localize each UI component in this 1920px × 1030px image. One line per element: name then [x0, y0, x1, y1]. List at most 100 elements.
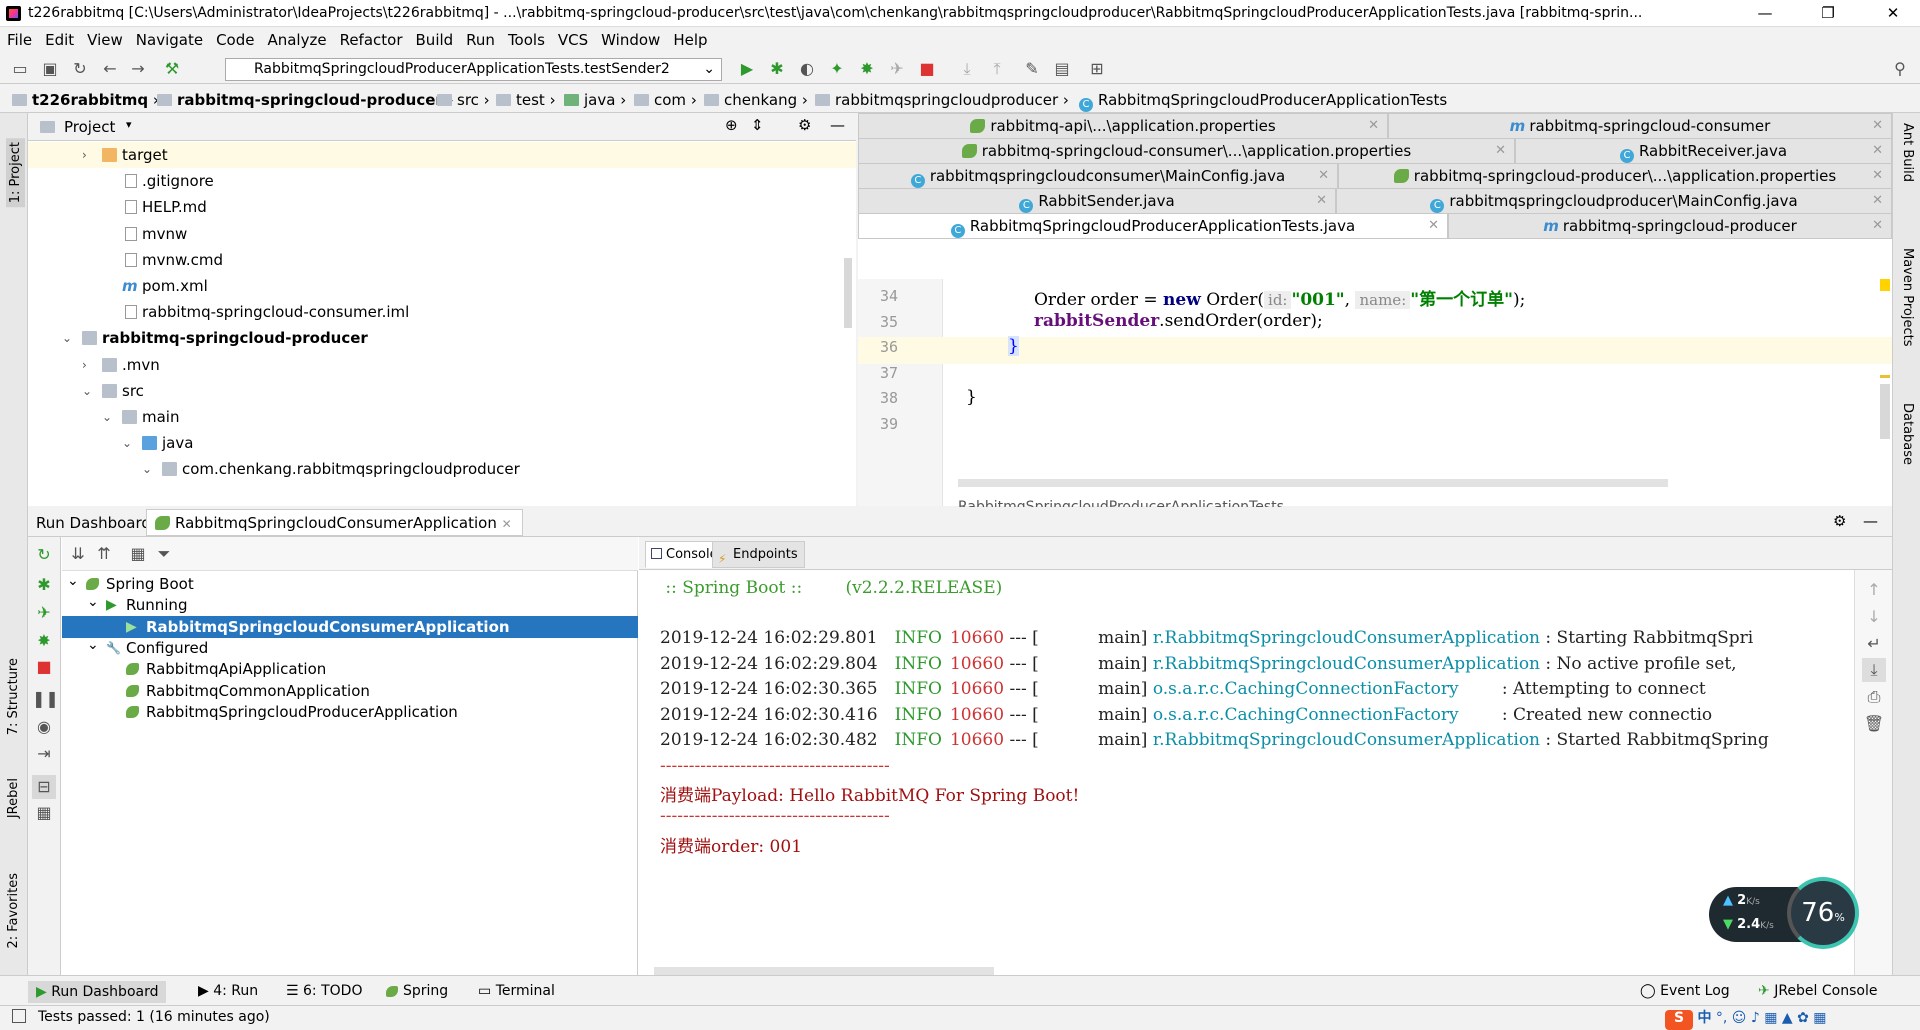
chevron-down-icon[interactable]: ⌄: [122, 430, 132, 456]
filter-icon[interactable]: ⏷: [152, 542, 176, 566]
menu-edit[interactable]: Edit: [38, 28, 80, 49]
chevron-down-icon[interactable]: ⌄: [82, 378, 92, 404]
close-button[interactable]: ✕: [1870, 0, 1916, 27]
chevron-down-icon[interactable]: ⌄: [62, 325, 72, 351]
split-icon[interactable]: ▦: [32, 801, 56, 825]
pause-icon[interactable]: ❚❚: [32, 687, 59, 711]
breadcrumb-class[interactable]: RabbitmqSpringcloudProducerApplicationTe…: [1098, 91, 1447, 109]
jrebel-run-icon[interactable]: ✈: [885, 57, 909, 81]
close-icon[interactable]: ✕: [1368, 114, 1379, 138]
console-output[interactable]: :: Spring Boot :: (v2.2.2.RELEASE) 2019-1…: [639, 570, 1854, 975]
chevron-down-icon[interactable]: ⌄: [67, 570, 79, 592]
profile-icon[interactable]: ✦: [825, 57, 849, 81]
exit-icon[interactable]: ⇥: [32, 742, 56, 766]
tree-item-5[interactable]: m pom.xml: [28, 273, 856, 299]
chevron-down-icon[interactable]: ⌄: [102, 404, 112, 430]
menu-refactor[interactable]: Refactor: [333, 28, 409, 49]
tree-item-1[interactable]: .gitignore: [28, 168, 856, 194]
code-line[interactable]: }: [966, 387, 977, 407]
collapse-all-icon[interactable]: ⇈: [92, 542, 116, 566]
code-line[interactable]: Order order = new Order(id: "001", name: "…: [1034, 285, 1525, 310]
breadcrumb-package[interactable]: rabbitmqspringcloudproducer: [835, 91, 1058, 109]
tree-item-11[interactable]: ⌄ java: [28, 430, 856, 456]
menu-navigate[interactable]: Navigate: [129, 28, 209, 49]
breadcrumb-chenkang[interactable]: chenkang: [724, 91, 797, 109]
print-icon[interactable]: ⎙: [1862, 685, 1886, 709]
close-icon[interactable]: ✕: [1872, 164, 1883, 188]
jrebel-icon[interactable]: ✈: [32, 601, 56, 625]
menu-window[interactable]: Window: [594, 28, 666, 49]
tool-maven-projects[interactable]: Maven Projects: [1900, 248, 1915, 347]
sogou-ime-icon[interactable]: S: [1665, 1010, 1693, 1030]
rerun-icon[interactable]: ↻: [32, 543, 56, 567]
run-config-item[interactable]: ▶ RabbitmqSpringcloudConsumerApplication: [62, 615, 638, 638]
menu-file[interactable]: File: [0, 28, 38, 49]
close-icon[interactable]: ✕: [1316, 189, 1327, 213]
tree-item-8[interactable]: › .mvn: [28, 352, 856, 378]
build-hammer-icon[interactable]: ⚒: [160, 57, 184, 81]
run-dashboard-tab[interactable]: RabbitmqSpringcloudConsumerApplication ✕: [146, 509, 523, 536]
debug-icon[interactable]: ✱: [32, 573, 56, 597]
editor-tab[interactable]: Crabbitmqspringcloudconsumer\MainConfig.…: [858, 163, 1338, 189]
menu-help[interactable]: Help: [666, 28, 713, 49]
coverage-icon[interactable]: ◐: [795, 57, 819, 81]
tool-favorites[interactable]: 2: Favorites: [6, 873, 21, 949]
editor-tab[interactable]: C RabbitmqSpringcloudProducerApplicationT…: [858, 213, 1448, 239]
tool-structure[interactable]: 7: Structure: [6, 658, 21, 735]
close-icon[interactable]: ✕: [1872, 139, 1883, 163]
tree-item-3[interactable]: mvnw: [28, 221, 856, 247]
stop-icon[interactable]: ■: [32, 655, 56, 679]
tool-database[interactable]: Database: [1900, 403, 1915, 465]
editor-tab[interactable]: rabbitmq-springcloud-consumer\...\applic…: [858, 138, 1515, 164]
vcs-commit-icon[interactable]: ⤒: [985, 57, 1009, 81]
editor-tab[interactable]: m rabbitmq-springcloud-producer ✕: [1448, 213, 1892, 239]
tool-project[interactable]: 1: Project: [6, 138, 25, 208]
breadcrumb-src[interactable]: src: [457, 91, 479, 109]
tree-item-12[interactable]: ⌄ com.chenkang.rabbitmqspringcloudproduce…: [28, 456, 856, 482]
tool-jrebel[interactable]: JRebel: [6, 778, 21, 818]
tree-item-0[interactable]: › target: [28, 142, 856, 168]
jrebel-debug-icon[interactable]: ✸: [32, 629, 56, 653]
editor-tab[interactable]: m rabbitmq-springcloud-consumer ✕: [1388, 113, 1892, 139]
tab-endpoints[interactable]: ⚡ Endpoints: [712, 541, 805, 568]
up-arrow-icon[interactable]: ↑: [1862, 578, 1886, 602]
minimize-button[interactable]: —: [1742, 0, 1788, 27]
menu-vcs[interactable]: VCS: [551, 28, 594, 49]
search-icon[interactable]: ⚲: [1888, 57, 1912, 81]
breadcrumb-test[interactable]: test: [516, 91, 545, 109]
close-icon[interactable]: ✕: [1872, 189, 1883, 213]
expand-all-icon[interactable]: ⇊: [66, 542, 90, 566]
editor-tab[interactable]: C RabbitReceiver.java ✕: [1515, 138, 1892, 164]
close-icon[interactable]: ✕: [1318, 164, 1329, 188]
soft-wrap-icon[interactable]: ↵: [1862, 632, 1886, 656]
tree-item-10[interactable]: ⌄ main: [28, 404, 856, 430]
jrebel-debug-icon[interactable]: ✸: [855, 57, 879, 81]
project-structure-icon[interactable]: ▤: [1050, 57, 1074, 81]
editor-tab[interactable]: C RabbitSender.java ✕: [858, 188, 1336, 214]
menu-run[interactable]: Run: [459, 28, 501, 49]
run-config-item[interactable]: ⌄ 🔧 Configured: [62, 637, 638, 659]
sync-icon[interactable]: ↻: [68, 57, 92, 81]
editor-vscrollbar[interactable]: [1877, 279, 1892, 439]
editor-hscrollbar[interactable]: [958, 479, 1668, 487]
breadcrumb-module[interactable]: rabbitmq-springcloud-producer: [177, 91, 443, 109]
breadcrumb-root[interactable]: t226rabbitmq: [32, 91, 148, 109]
tool-event-log[interactable]: ◯ Event Log: [1640, 983, 1730, 999]
tool-spring[interactable]: Spring: [386, 983, 448, 999]
run-config-select[interactable]: RabbitmqSpringcloudProducerApplicationTe…: [225, 58, 722, 81]
run-config-item[interactable]: RabbitmqCommonApplication: [62, 680, 638, 702]
tool-run-dashboard[interactable]: ▶ Run Dashboard: [28, 981, 167, 1003]
debug-icon[interactable]: ✱: [765, 57, 789, 81]
close-icon[interactable]: ✕: [1428, 214, 1439, 238]
layout-icon[interactable]: ⊟: [32, 775, 56, 799]
open-folder-icon[interactable]: ▭: [8, 57, 32, 81]
code-line[interactable]: }: [1008, 336, 1019, 357]
group-icon[interactable]: ▦: [126, 542, 150, 566]
status-square-icon[interactable]: [12, 1009, 26, 1023]
close-icon[interactable]: ✕: [1872, 114, 1883, 138]
tree-item-4[interactable]: mvnw.cmd: [28, 247, 856, 273]
tree-scrollbar[interactable]: [844, 258, 852, 328]
close-icon[interactable]: ✕: [502, 517, 512, 531]
maximize-button[interactable]: ❐: [1805, 0, 1851, 27]
trash-icon[interactable]: 🗑: [1862, 712, 1886, 736]
